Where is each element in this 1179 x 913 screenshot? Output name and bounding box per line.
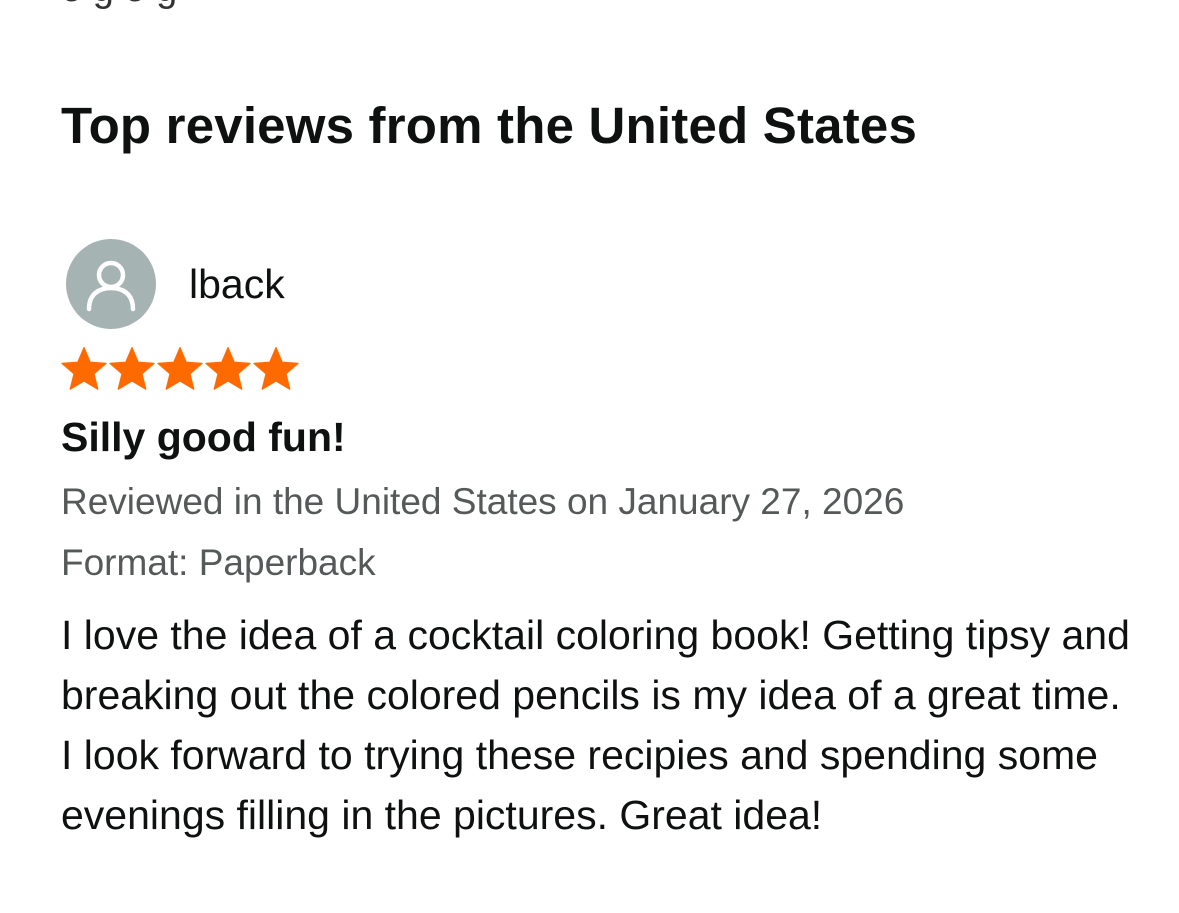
star-icon <box>61 347 107 390</box>
star-icon <box>205 347 251 390</box>
review-title[interactable]: Silly good fun! <box>61 414 346 461</box>
reviewer-name[interactable]: lback <box>189 261 285 308</box>
star-icon <box>157 347 203 390</box>
avatar[interactable] <box>66 239 156 329</box>
star-icon <box>253 347 299 390</box>
star-icon <box>109 347 155 390</box>
review-date: Reviewed in the United States on January… <box>61 481 905 522</box>
review-format[interactable]: Format: Paperback <box>61 542 376 584</box>
reviewer-profile[interactable]: lback <box>66 239 285 329</box>
reviews-page: e g e g Top reviews from the United Stat… <box>0 0 1179 913</box>
section-title: Top reviews from the United States <box>61 97 918 154</box>
user-silhouette-icon <box>86 260 136 312</box>
star-rating[interactable] <box>60 346 300 392</box>
review-body: I love the idea of a cocktail coloring b… <box>61 612 1130 838</box>
truncated-previous-text: e g e g <box>61 0 177 11</box>
